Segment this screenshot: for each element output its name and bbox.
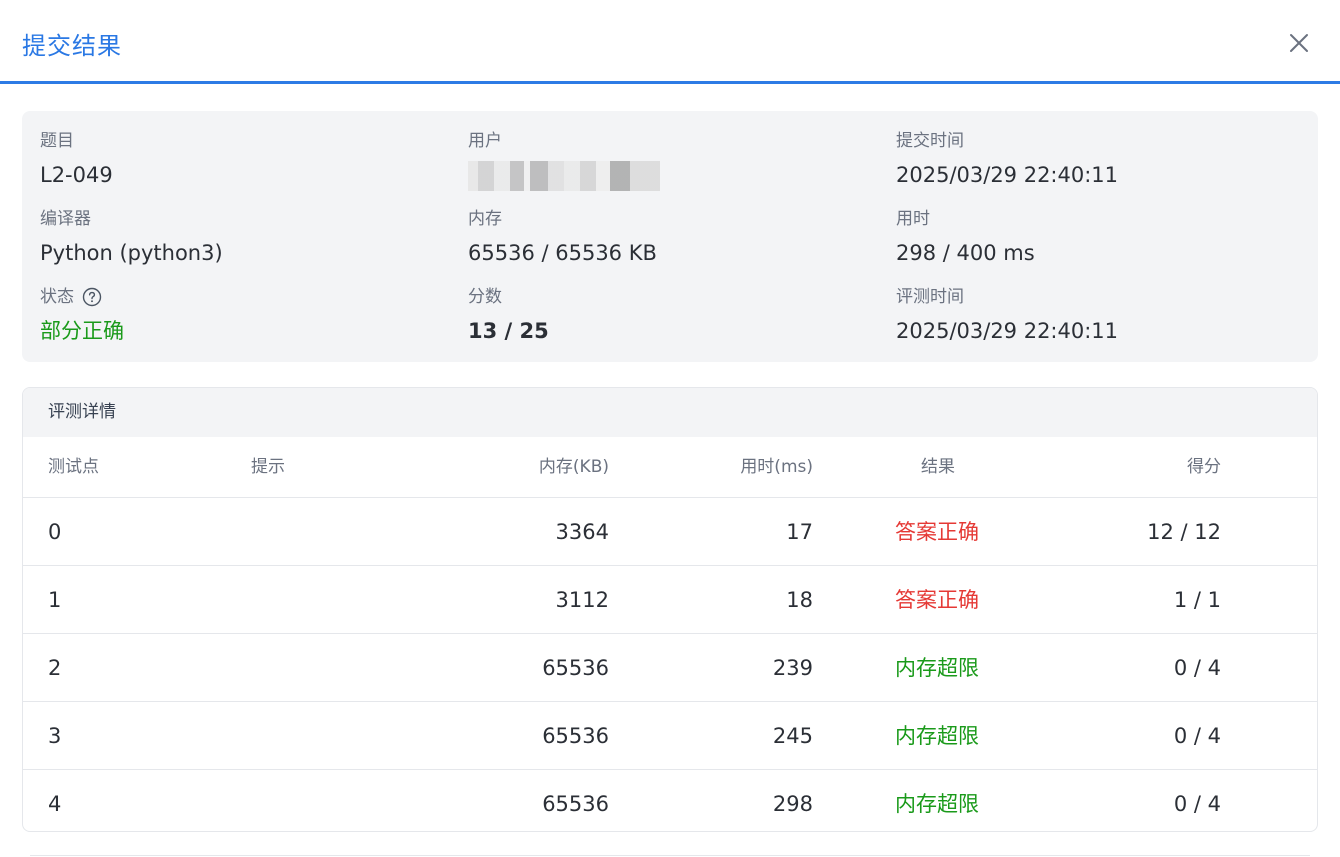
submission-info-panel: 题目 L2-049 用户 提交时间 2025/03/29 22:40:11 编译… <box>22 111 1318 362</box>
col-result: 结果 <box>921 457 955 477</box>
case-score: 0 / 4 <box>1173 724 1221 748</box>
judge-details-card: 评测详情 测试点 提示 内存(KB) 用时(ms) 结果 得分 0 3364 17 答… <box>22 387 1318 832</box>
memory-value: 65536 / 65536 KB <box>468 241 657 265</box>
judge-time-label: 评测时间 <box>896 287 964 307</box>
score-field: 分数 13 / 25 <box>468 287 549 345</box>
memory-field: 内存 65536 / 65536 KB <box>468 209 657 267</box>
case-time: 18 <box>786 588 813 612</box>
divider <box>30 855 1310 856</box>
judge-time-field: 评测时间 2025/03/29 22:40:11 <box>896 287 1118 345</box>
case-time: 17 <box>786 520 813 544</box>
table-row: 4 65536 298 内存超限 0 / 4 <box>23 770 1317 831</box>
compiler-field: 编译器 Python (python3) <box>40 209 223 267</box>
case-result: 答案正确 <box>895 520 979 544</box>
dialog-header: 提交结果 <box>0 0 1340 84</box>
table-row: 0 3364 17 答案正确 12 / 12 <box>23 498 1317 566</box>
case-time: 245 <box>772 724 813 748</box>
col-case: 测试点 <box>48 457 99 477</box>
col-memory: 内存(KB) <box>538 457 609 477</box>
case-id: 0 <box>48 520 62 544</box>
case-id: 1 <box>48 588 62 612</box>
help-circle-icon[interactable] <box>82 287 102 307</box>
case-result: 内存超限 <box>895 792 979 816</box>
judge-time-value: 2025/03/29 22:40:11 <box>896 319 1119 343</box>
case-memory: 3364 <box>555 520 609 544</box>
user-field: 用户 <box>468 131 660 191</box>
status-value: 部分正确 <box>40 319 124 343</box>
case-memory: 65536 <box>542 656 609 680</box>
case-result: 内存超限 <box>895 724 979 748</box>
case-result: 内存超限 <box>895 656 979 680</box>
col-time: 用时(ms) <box>740 457 813 477</box>
case-time: 298 <box>772 792 813 816</box>
score-label: 分数 <box>468 287 502 307</box>
compiler-label: 编译器 <box>40 209 91 229</box>
table-header: 测试点 提示 内存(KB) 用时(ms) 结果 得分 <box>23 437 1317 498</box>
submit-time-value: 2025/03/29 22:40:11 <box>896 163 1119 187</box>
case-result: 答案正确 <box>895 588 979 612</box>
table-row: 3 65536 245 内存超限 0 / 4 <box>23 702 1317 770</box>
user-value <box>468 161 660 191</box>
score-value: 13 / 25 <box>468 319 549 343</box>
status-field: 状态 部分正确 <box>40 287 124 345</box>
user-label: 用户 <box>468 131 502 151</box>
col-hint: 提示 <box>251 457 285 477</box>
table-row: 1 3112 18 答案正确 1 / 1 <box>23 566 1317 634</box>
col-score: 得分 <box>1187 457 1221 477</box>
case-id: 3 <box>48 724 62 748</box>
case-memory: 3112 <box>555 588 609 612</box>
problem-value[interactable]: L2-049 <box>40 161 113 189</box>
memory-label: 内存 <box>468 209 502 229</box>
case-memory: 65536 <box>542 724 609 748</box>
case-score: 12 / 12 <box>1147 520 1221 544</box>
table-body: 0 3364 17 答案正确 12 / 12 1 3112 18 答案正确 1 / 1 2 65536… <box>23 498 1317 831</box>
problem-field: 题目 L2-049 <box>40 131 113 189</box>
time-used-label: 用时 <box>896 209 930 229</box>
table-row: 2 65536 239 内存超限 0 / 4 <box>23 634 1317 702</box>
time-used-field: 用时 298 / 400 ms <box>896 209 1035 267</box>
status-label: 状态 <box>40 287 74 307</box>
case-score: 0 / 4 <box>1173 656 1221 680</box>
problem-label: 题目 <box>40 131 74 151</box>
submit-time-field: 提交时间 2025/03/29 22:40:11 <box>896 131 1118 189</box>
dialog-title: 提交结果 <box>22 32 122 60</box>
judge-details-title: 评测详情 <box>23 388 1317 437</box>
case-memory: 65536 <box>542 792 609 816</box>
case-time: 239 <box>772 656 813 680</box>
compiler-value: Python (python3) <box>40 241 223 265</box>
user-name-blurred <box>468 161 660 191</box>
case-id: 2 <box>48 656 62 680</box>
case-score: 1 / 1 <box>1173 588 1221 612</box>
close-icon[interactable] <box>1286 30 1312 56</box>
case-id: 4 <box>48 792 62 816</box>
time-used-value: 298 / 400 ms <box>896 241 1035 265</box>
case-score: 0 / 4 <box>1173 792 1221 816</box>
submit-time-label: 提交时间 <box>896 131 964 151</box>
